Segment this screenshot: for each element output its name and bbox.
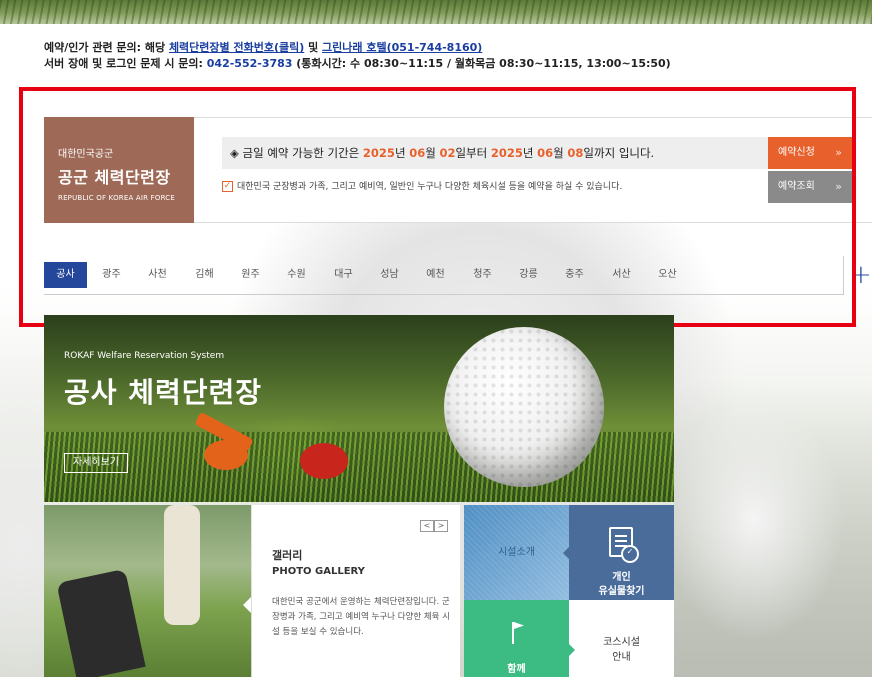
view-details-button[interactable]: 자세히보기 [64, 453, 128, 473]
gallery-photo[interactable] [44, 505, 251, 677]
server-phone: 042-552-3783 [206, 57, 293, 70]
orange-tee [204, 440, 248, 470]
gallery-nav: < > [420, 520, 448, 532]
highlight-box [19, 87, 856, 327]
facility-intro-label: 시설소개 [498, 547, 535, 558]
lost-found-tile[interactable]: 개인 유실물찾기 [569, 505, 674, 600]
tile-pointer [569, 644, 575, 656]
gallery-description: 대한민국 공군에서 운영하는 체력단련장입니다. 군장병과 가족, 그리고 예비… [272, 597, 451, 637]
document-check-icon [609, 527, 639, 563]
banner-title: 공사 체력단련장 [64, 376, 263, 409]
red-tee [300, 443, 348, 479]
course-info-tile[interactable]: 코스시설 안내 [569, 600, 674, 677]
next-icon[interactable]: > [434, 520, 448, 532]
contact-line-reservation: 예약/인가 관련 문의: 해당 체력단련장별 전화번호(클릭) 및 그린나래 호… [44, 41, 483, 54]
background-right-grass [674, 380, 872, 677]
gallery-info: < > 갤러리 PHOTO GALLERY 대한민국 공군에서 운영하는 체력단… [252, 505, 460, 677]
top-grass-strip [0, 0, 872, 24]
golf-bag [56, 568, 146, 677]
gallery-title: 갤러리 [272, 549, 303, 562]
main-banner: ROKAF Welfare Reservation System 공사 체력단련… [44, 315, 674, 502]
golfer-figure [164, 505, 200, 625]
gallery-subtitle: PHOTO GALLERY [272, 566, 365, 577]
together-tile[interactable]: 함께 [464, 600, 575, 677]
golf-flag-icon [512, 622, 514, 644]
banner-subtitle: ROKAF Welfare Reservation System [64, 351, 225, 361]
tile-pointer [563, 547, 569, 559]
hotel-phone-link[interactable]: 그린나래 호텔(051-744-8160) [322, 41, 482, 54]
contact-line-server: 서버 장애 및 로그인 문제 시 문의: 042-552-3783 (통화시간:… [44, 57, 671, 70]
gallery-pointer [243, 597, 251, 613]
golf-ball-image [444, 327, 604, 487]
contact-info: 예약/인가 관련 문의: 해당 체력단련장별 전화번호(클릭) 및 그린나래 호… [44, 40, 671, 72]
prev-icon[interactable]: < [420, 520, 434, 532]
phone-list-link[interactable]: 체력단련장별 전화번호(클릭) [169, 41, 304, 54]
facility-intro-tile[interactable]: 시설소개 [464, 505, 569, 600]
